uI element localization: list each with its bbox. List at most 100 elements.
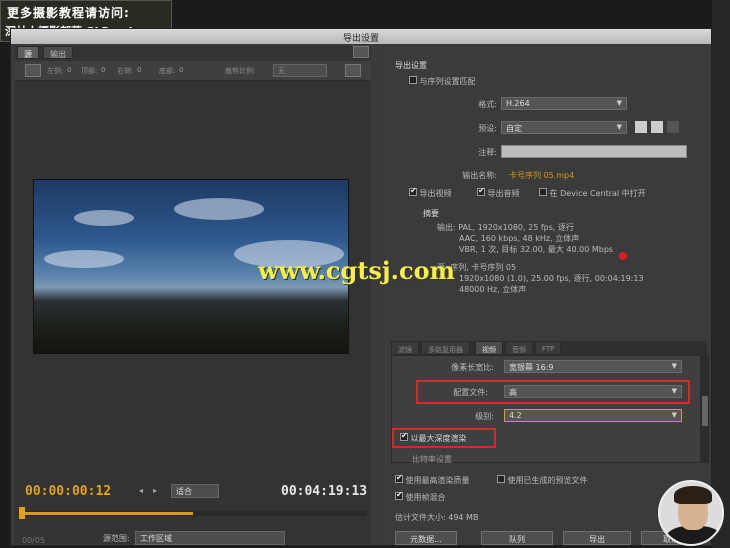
zoom-fit-select[interactable]: 适合 bbox=[171, 484, 219, 498]
output-name-label: 输出名称: bbox=[462, 171, 497, 180]
cloud-shape bbox=[174, 198, 264, 220]
pixel-aspect-select[interactable]: 宽银幕 16:9 ▼ bbox=[504, 360, 682, 373]
profile-label: 配置文件: bbox=[453, 388, 488, 397]
level-value: 4.2 bbox=[509, 411, 522, 420]
crop-left-value[interactable]: 0 bbox=[67, 66, 71, 74]
export-settings-pane: 导出设置 与序列设置匹配 格式: H.264 ▼ 预设: 自定 ▼ 注释: 输出名称… bbox=[377, 46, 711, 545]
level-select[interactable]: 4.2 ▼ bbox=[504, 409, 682, 422]
output-preview-icon[interactable] bbox=[345, 64, 361, 77]
tab-audio[interactable]: 音频 bbox=[505, 341, 533, 355]
match-sequence-row[interactable]: 与序列设置匹配 bbox=[409, 76, 476, 87]
device-central-row[interactable]: 在 Device Central 中打开 bbox=[539, 188, 646, 199]
watermark-line1: 更多摄影教程请访问: bbox=[7, 6, 130, 20]
summary-source: 源: 序列, 卡号序列 05 1920x1080 (1.0), 25.00 fp… bbox=[437, 262, 644, 295]
zoom-fit-value: 适合 bbox=[176, 487, 192, 496]
site-watermark-url: www.cgtsj.com bbox=[258, 256, 455, 285]
avatar bbox=[658, 480, 724, 546]
export-video-checkbox[interactable] bbox=[409, 188, 417, 196]
mark-out-icon[interactable]: ▸ bbox=[153, 486, 157, 495]
settings-tabs: 滤镜 多路复用器 视频 音频 FTP bbox=[391, 341, 707, 355]
bitrate-section-title[interactable]: 比特率设置 bbox=[412, 454, 452, 465]
scrollbar-thumb[interactable] bbox=[702, 396, 708, 426]
max-depth-checkbox[interactable] bbox=[400, 433, 408, 441]
footer-page-number: 00/05 bbox=[22, 536, 46, 545]
summary-output-line: 输出: PAL, 1920x1080, 25 fps, 逐行 bbox=[437, 223, 574, 232]
tab-video[interactable]: 视频 bbox=[475, 341, 503, 355]
use-previews-label: 使用已生成的预览文件 bbox=[507, 476, 588, 485]
format-value: H.264 bbox=[506, 99, 530, 108]
work-area-range[interactable] bbox=[21, 512, 193, 515]
use-previews-checkbox[interactable] bbox=[497, 475, 505, 483]
summary-source-line: 1920x1080 (1.0), 25.00 fps, 逐行, 00:04:19… bbox=[459, 274, 644, 283]
import-preset-icon[interactable] bbox=[651, 121, 663, 133]
comment-label: 注释: bbox=[478, 148, 497, 157]
current-timecode[interactable]: 00:00:00:12 bbox=[25, 484, 111, 499]
mark-in-icon[interactable]: ◂ bbox=[139, 486, 143, 495]
format-label: 格式: bbox=[478, 100, 497, 109]
pixel-aspect-value: 宽银幕 16:9 bbox=[509, 363, 554, 372]
tab-ftp[interactable]: FTP bbox=[535, 341, 562, 355]
tab-multiplexer[interactable]: 多路复用器 bbox=[421, 341, 470, 355]
queue-button[interactable]: 队列 bbox=[481, 531, 553, 545]
tab-source[interactable]: 源 bbox=[17, 46, 39, 59]
use-previews-row[interactable]: 使用已生成的预览文件 bbox=[497, 475, 588, 486]
profile-select[interactable]: 高 ▼ bbox=[504, 385, 682, 398]
crop-aspect-select[interactable]: 无 bbox=[273, 64, 327, 77]
format-select[interactable]: H.264 ▼ bbox=[501, 97, 627, 110]
max-quality-row[interactable]: 使用最高渲染质量 bbox=[395, 475, 470, 486]
level-label: 级别: bbox=[475, 412, 494, 421]
delete-preset-icon[interactable] bbox=[667, 121, 679, 133]
cloud-shape bbox=[44, 250, 124, 268]
comment-input[interactable] bbox=[501, 145, 687, 158]
file-size-estimate: 估计文件大小: 494 MB bbox=[395, 513, 479, 522]
crop-right-label: 右侧: bbox=[117, 67, 134, 75]
crop-icon[interactable] bbox=[25, 64, 41, 77]
frame-blend-checkbox[interactable] bbox=[395, 492, 403, 500]
frame-blend-label: 使用帧混合 bbox=[405, 493, 446, 502]
metadata-button[interactable]: 元数据... bbox=[395, 531, 457, 545]
export-video-label: 导出视频 bbox=[419, 189, 452, 198]
preset-select[interactable]: 自定 ▼ bbox=[501, 121, 627, 134]
section-export-settings[interactable]: 导出设置 bbox=[395, 60, 427, 71]
cloud-shape bbox=[74, 210, 134, 226]
summary-title[interactable]: 摘要 bbox=[423, 208, 439, 219]
export-settings-dialog: 导出设置 源 输出 左侧: 0 顶部: 0 右侧: 0 底部: 0 裁剪比例: … bbox=[10, 28, 712, 546]
crop-bottom-label: 底部: bbox=[159, 67, 176, 75]
dialog-titlebar[interactable]: 导出设置 bbox=[11, 29, 711, 44]
save-preset-icon[interactable] bbox=[635, 121, 647, 133]
device-central-checkbox[interactable] bbox=[539, 188, 547, 196]
match-sequence-checkbox[interactable] bbox=[409, 76, 417, 84]
output-name-link[interactable]: 卡号序列 05.mp4 bbox=[509, 170, 574, 181]
summary-source-line: 48000 Hz, 立体声 bbox=[459, 285, 527, 294]
pixel-aspect-label: 像素长宽比: bbox=[451, 363, 494, 372]
export-audio-row[interactable]: 导出音频 bbox=[477, 188, 520, 199]
summary-output-line: VBR, 1 次, 目标 32.00, 最大 40.00 Mbps bbox=[459, 245, 614, 254]
avatar-hair bbox=[674, 486, 712, 504]
background-app-strip bbox=[712, 0, 730, 548]
preset-label: 预设: bbox=[478, 124, 497, 133]
max-depth-row[interactable]: 以最大深度渲染 bbox=[400, 433, 467, 444]
crop-left-label: 左侧: bbox=[47, 67, 64, 75]
tab-output[interactable]: 输出 bbox=[43, 46, 73, 59]
source-range-label: 源范围: bbox=[103, 534, 130, 543]
crop-top-label: 顶部: bbox=[81, 67, 98, 75]
summary-source-line: 源: 序列, 卡号序列 05 bbox=[437, 263, 517, 272]
export-audio-checkbox[interactable] bbox=[477, 188, 485, 196]
export-button[interactable]: 导出 bbox=[563, 531, 631, 545]
crop-right-value[interactable]: 0 bbox=[137, 66, 141, 74]
video-settings-panel: 像素长宽比: 宽银幕 16:9▼ 配置文件: 高▼ 级别: 4.2▼ 以最大深度… bbox=[391, 355, 701, 465]
max-quality-checkbox[interactable] bbox=[395, 475, 403, 483]
max-quality-label: 使用最高渲染质量 bbox=[405, 476, 470, 485]
export-video-row[interactable]: 导出视频 bbox=[409, 188, 452, 199]
crop-bottom-value[interactable]: 0 bbox=[179, 66, 183, 74]
tab-filters[interactable]: 滤镜 bbox=[391, 341, 419, 355]
max-depth-label: 以最大深度渲染 bbox=[410, 434, 467, 443]
device-central-label: 在 Device Central 中打开 bbox=[549, 189, 646, 198]
frame-blend-row[interactable]: 使用帧混合 bbox=[395, 492, 446, 503]
duration-timecode: 00:04:19:13 bbox=[281, 484, 368, 499]
cursor-marker bbox=[619, 252, 627, 260]
crop-top-value[interactable]: 0 bbox=[101, 66, 105, 74]
source-range-select[interactable]: 工作区域 bbox=[135, 531, 285, 545]
panel-menu-icon[interactable] bbox=[353, 46, 369, 58]
playhead-icon[interactable] bbox=[19, 507, 25, 519]
